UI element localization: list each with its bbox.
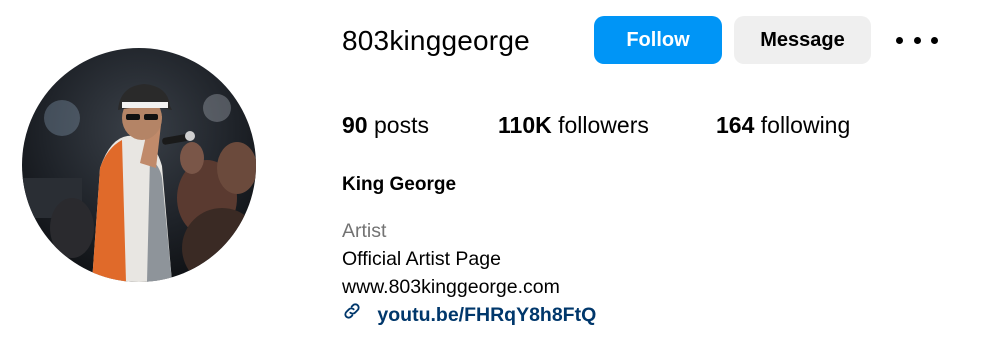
followers-label: followers [558, 112, 649, 138]
link-text: youtu.be/FHRqY8h8FtQ [377, 304, 597, 326]
username: 803kinggeorge [342, 25, 530, 56]
link-icon [342, 301, 362, 321]
message-button[interactable]: Message [734, 16, 871, 64]
profile-header: 803kinggeorge Follow Message 90 posts 11… [0, 0, 1007, 346]
bio-text: Official Artist Page [342, 248, 501, 270]
following-label: following [760, 112, 851, 138]
full-name: King George [342, 174, 457, 195]
more-options-icon[interactable] [896, 28, 938, 52]
profile-photo [22, 48, 256, 282]
posts-count: 90 [342, 112, 368, 138]
followers-stat[interactable]: 110K followers [498, 110, 649, 140]
more-dot [896, 36, 903, 44]
more-dot [931, 36, 938, 44]
bio: Artist Official Artist Page www.803kingg… [342, 217, 596, 329]
following-count: 164 [716, 112, 755, 138]
more-dot [913, 36, 921, 44]
bio-link[interactable]: youtu.be/FHRqY8h8FtQ [342, 301, 596, 329]
website-text: www.803kinggeorge.com [342, 276, 560, 298]
follow-button[interactable]: Follow [594, 16, 722, 64]
followers-count: 110K [498, 112, 552, 138]
following-stat[interactable]: 164 following [716, 110, 850, 140]
posts-stat[interactable]: 90 posts [342, 110, 429, 140]
category-label: Artist [342, 220, 387, 242]
avatar[interactable] [22, 48, 256, 282]
posts-label: posts [373, 112, 429, 138]
